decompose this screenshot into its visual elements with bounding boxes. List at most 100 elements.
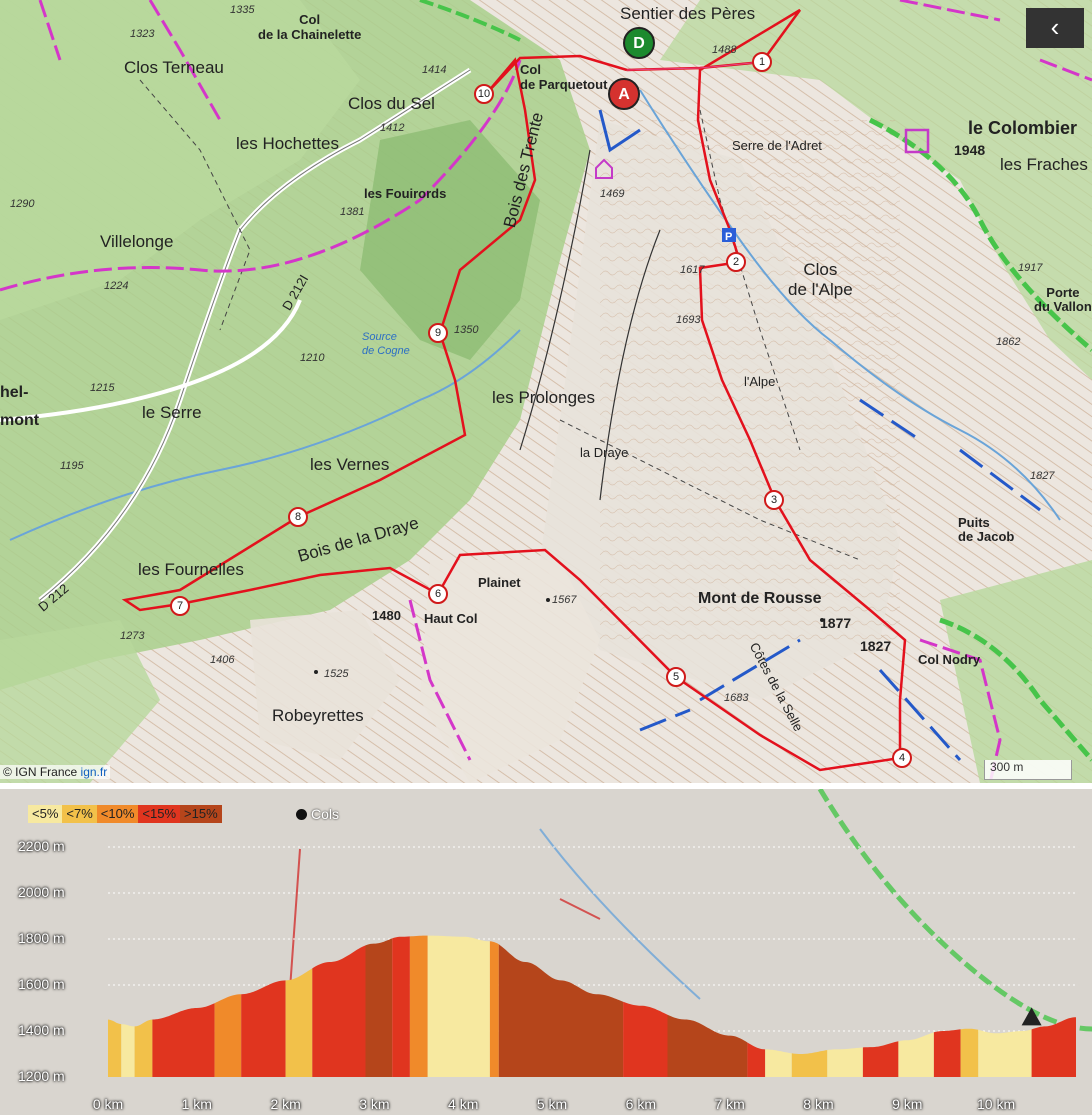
elevation-label: 1412 — [380, 122, 405, 134]
y-tick-label: 1600 m — [18, 976, 65, 992]
profile-segment — [623, 1001, 668, 1077]
place-label: le Colombier — [968, 118, 1078, 138]
elevation-label: 1273 — [120, 630, 145, 642]
elevation-label: 1862 — [996, 336, 1021, 348]
svg-text:P: P — [725, 231, 732, 243]
elevation-label: 1381 — [340, 206, 365, 218]
waypoint-marker[interactable]: 7 — [170, 596, 190, 616]
y-tick-label: 1200 m — [18, 1068, 65, 1084]
col-dot-icon — [296, 809, 307, 820]
place-label: Porte du Vallon — [1034, 285, 1092, 314]
profile-segment — [791, 1050, 828, 1077]
profile-segment — [392, 936, 410, 1077]
place-label: l'Alpe — [744, 374, 776, 389]
x-tick-label: 10 km — [977, 1096, 1016, 1112]
attribution-text: © IGN France — [3, 765, 78, 779]
profile-segment — [427, 935, 490, 1077]
profile-chart — [0, 789, 1092, 1115]
waypoint-marker[interactable]: 2 — [726, 252, 746, 272]
elevation-label: 1948 — [954, 142, 986, 158]
start-marker[interactable]: D — [623, 27, 655, 59]
elevation-label: 1406 — [210, 654, 235, 666]
place-label: Sentier des Pères — [620, 4, 756, 23]
profile-segment — [933, 1029, 961, 1077]
profile-segment — [312, 945, 366, 1077]
y-tick-label: 2000 m — [18, 884, 65, 900]
place-label: Col de la Chainelette — [258, 12, 362, 42]
legend-item: <10% — [96, 805, 139, 823]
elevation-label: 1480 — [372, 608, 401, 623]
waypoint-marker[interactable]: 10 — [474, 84, 494, 104]
place-label: Col de Parquetout — [520, 62, 608, 92]
legend-item: >15% — [180, 805, 222, 823]
waypoint-marker[interactable]: 3 — [764, 490, 784, 510]
x-tick-label: 9 km — [892, 1096, 923, 1112]
place-label: les Fournelles — [138, 560, 244, 579]
profile-segment — [409, 935, 428, 1077]
elevation-label: 1617 — [680, 264, 705, 276]
place-label: les Hochettes — [236, 134, 339, 153]
x-tick-label: 0 km — [92, 1096, 124, 1112]
waypoint-marker[interactable]: 5 — [666, 667, 686, 687]
attribution-link[interactable]: ign.fr — [81, 765, 108, 779]
place-label: les Prolonges — [492, 388, 596, 407]
place-label: Clos de l'Alpe — [788, 260, 853, 299]
y-tick-label: 1800 m — [18, 930, 65, 946]
gradient-legend: <5% <7% <10% <15% >15% — [28, 805, 222, 823]
x-tick-label: 1 km — [181, 1096, 212, 1112]
elevation-label: 1488 — [712, 44, 737, 56]
topographic-map[interactable]: P Clos Terneau Clos du Sel les Hochettes… — [0, 0, 1092, 783]
legend-item: <7% — [62, 805, 97, 823]
elevation-profile[interactable]: <5% <7% <10% <15% >15% Cols 1200 m 1400 m 1600… — [0, 789, 1092, 1115]
elevation-label: 1323 — [130, 28, 155, 40]
elevation-label: 1877 — [820, 615, 852, 631]
x-tick-label: 6 km — [625, 1096, 657, 1112]
waypoint-marker[interactable]: 9 — [428, 323, 448, 343]
place-label: Col Nodry — [918, 652, 981, 667]
profile-segment — [827, 1047, 863, 1077]
place-label: Serre de l'Adret — [732, 138, 822, 153]
back-button[interactable]: ‹ — [1026, 8, 1084, 48]
legend-item: <5% — [28, 805, 63, 823]
waypoint-marker[interactable]: 1 — [752, 52, 772, 72]
waypoint-marker[interactable]: 4 — [892, 748, 912, 768]
y-tick-label: 2200 m — [18, 838, 65, 854]
y-tick-label: 1400 m — [18, 1022, 65, 1038]
map-attribution: © IGN France ign.fr — [0, 765, 111, 779]
place-label: Robeyrettes — [272, 706, 364, 725]
elevation-label: 1335 — [230, 4, 255, 16]
place-label: Clos du Sel — [348, 94, 435, 113]
place-label: hel- — [0, 384, 29, 401]
profile-segment — [365, 938, 393, 1077]
profile-segment — [134, 1019, 153, 1077]
profile-segment — [978, 1029, 1032, 1077]
elevation-label: 1414 — [422, 64, 447, 76]
elevation-label: 1567 — [552, 594, 577, 606]
profile-segment — [765, 1049, 792, 1077]
profile-segment — [285, 968, 313, 1077]
place-label: Clos Terneau — [124, 58, 224, 77]
arrival-marker[interactable]: A — [608, 78, 640, 110]
x-tick-label: 8 km — [803, 1096, 834, 1112]
place-label: les Fraches — [1000, 155, 1088, 174]
waypoint-marker[interactable]: 6 — [428, 584, 448, 604]
elevation-label: 1827 — [860, 638, 892, 654]
elevation-label: 1827 — [1030, 470, 1055, 482]
profile-segment — [121, 1024, 135, 1077]
profile-segment — [214, 994, 242, 1077]
place-label: les Fouirords — [364, 186, 447, 201]
place-label: Puits de Jacob — [958, 515, 1015, 544]
cols-label: Cols — [311, 806, 340, 822]
x-tick-label: 5 km — [536, 1096, 568, 1112]
elevation-label: 1683 — [724, 692, 749, 704]
profile-segment — [960, 1028, 979, 1077]
elevation-label: 1693 — [676, 314, 701, 326]
profile-segment — [108, 1019, 122, 1077]
x-tick-label: 3 km — [359, 1096, 390, 1112]
place-label: Villelonge — [100, 232, 174, 251]
waypoint-marker[interactable]: 8 — [288, 507, 308, 527]
place-label: Plainet — [478, 575, 521, 590]
elevation-label: 1224 — [104, 280, 129, 292]
elevation-label: 1290 — [10, 198, 35, 210]
elevation-label: 1917 — [1018, 262, 1043, 274]
